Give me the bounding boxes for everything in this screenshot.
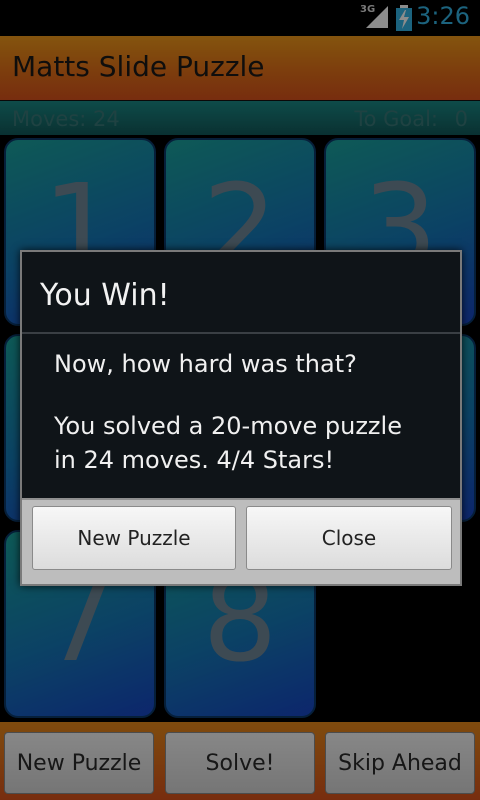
screen: 3G 3:26 Matts Slide Puzzle Moves: 24 To … — [0, 0, 480, 800]
dialog-message-line: You solved a 20-move puzzle — [54, 412, 402, 440]
dialog-new-puzzle-button[interactable]: New Puzzle — [32, 506, 236, 570]
dialog-button-bar: New Puzzle Close — [22, 498, 460, 584]
dialog-close-button[interactable]: Close — [246, 506, 452, 570]
dialog-title: You Win! — [40, 278, 170, 313]
dialog-message: Now, how hard was that? You solved a 20-… — [22, 334, 460, 502]
dialog-message-line: in 24 moves. 4/4 Stars! — [54, 446, 335, 474]
win-dialog: You Win! Now, how hard was that? You sol… — [20, 250, 462, 586]
dialog-title-bar: You Win! — [22, 252, 460, 334]
dialog-message-line: Now, how hard was that? — [54, 350, 357, 378]
